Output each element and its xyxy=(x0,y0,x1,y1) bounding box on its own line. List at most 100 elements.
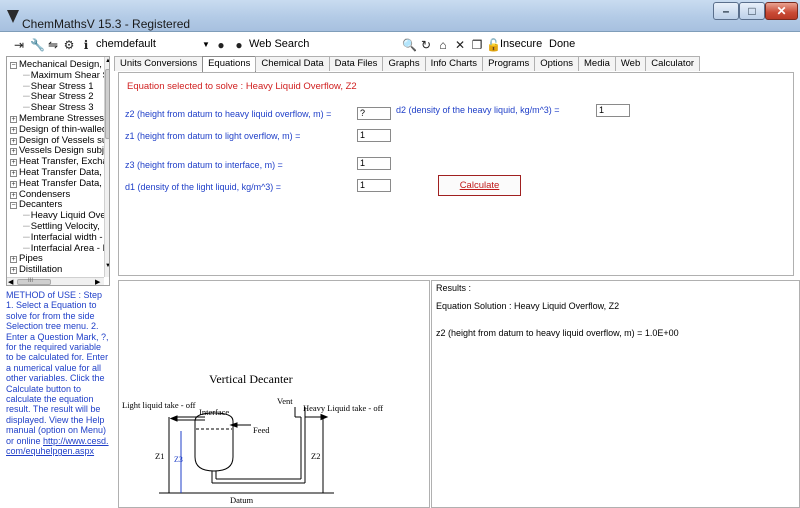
expand-icon[interactable]: + xyxy=(10,191,17,199)
tree-item[interactable]: + Vessels Design subj xyxy=(10,145,106,156)
exit-icon[interactable]: ⇥ xyxy=(12,38,26,52)
tree-item[interactable]: + Heat Transfer Data, xyxy=(10,167,106,178)
tab-web[interactable]: Web xyxy=(614,56,647,71)
plugin-icon[interactable]: ⇋ xyxy=(46,38,60,52)
home-icon[interactable]: ⌂ xyxy=(436,38,450,52)
tree-item[interactable]: ─Heavy Liquid Ove xyxy=(23,210,109,222)
web-search-label[interactable]: Web Search xyxy=(249,38,309,50)
tab-graphs[interactable]: Graphs xyxy=(382,56,426,71)
tree-item-label: Design of Vessels su xyxy=(19,134,106,146)
stop-icon[interactable]: ● xyxy=(214,38,228,52)
scroll-up-icon[interactable]: ▲ xyxy=(105,58,109,64)
expand-icon[interactable]: + xyxy=(10,126,17,134)
z1-diagram-label: Z1 xyxy=(155,451,164,461)
scroll-down-icon[interactable]: ▼ xyxy=(105,263,109,269)
d1-input[interactable]: 1 xyxy=(357,179,391,192)
tree-item-label: Interfacial Area - I xyxy=(30,242,106,254)
results-heading: Results : xyxy=(436,283,472,293)
tree-item[interactable]: + Condensers xyxy=(10,189,106,200)
expand-icon[interactable]: + xyxy=(10,137,17,145)
new-window-icon[interactable]: ❐ xyxy=(470,38,484,52)
minimize-button[interactable]: – xyxy=(713,2,739,20)
z1-input[interactable]: 1 xyxy=(357,129,391,142)
interface-label: Interface xyxy=(199,407,229,417)
decanter-diagram: Vertical Decanter Light liquid take - of… xyxy=(118,280,430,508)
tree-item-label: Condensers xyxy=(19,188,71,200)
tab-info-charts[interactable]: Info Charts xyxy=(424,56,484,71)
tree-item[interactable]: ─Interfacial width - I xyxy=(23,232,109,243)
collapse-icon[interactable]: − xyxy=(10,202,17,210)
refresh-icon[interactable]: ↻ xyxy=(419,38,433,52)
tab-options[interactable]: Options xyxy=(534,56,579,71)
expand-icon[interactable]: + xyxy=(10,256,17,264)
tree-item-label: Heavy Liquid Ove xyxy=(30,210,106,222)
expand-icon[interactable]: + xyxy=(10,180,17,188)
tab-data-files[interactable]: Data Files xyxy=(328,56,384,71)
window-title: ChemMathsV 15.3 - Registered xyxy=(22,17,191,31)
tree-item[interactable]: + Design of Vessels su xyxy=(10,135,106,146)
lock-icon: 🔓 xyxy=(486,38,501,52)
maximize-button[interactable]: □ xyxy=(739,2,765,20)
tree-vertical-scrollbar[interactable]: ▲ ▼ xyxy=(104,57,109,277)
tree-item[interactable]: ─Interfacial Area - I xyxy=(23,242,109,254)
settings-icon[interactable]: ⚙ xyxy=(62,38,76,52)
results-solution: Equation Solution : Heavy Liquid Overflo… xyxy=(436,301,620,311)
tab-programs[interactable]: Programs xyxy=(482,56,536,71)
tree-branch-line: ─ xyxy=(23,91,30,103)
tab-calculator[interactable]: Calculator xyxy=(645,56,701,71)
tab-equations[interactable]: Equations xyxy=(202,56,257,72)
tree-branch-line: ─ xyxy=(23,102,30,114)
tree-item[interactable]: − Mechanical Design, S xyxy=(10,59,106,70)
tree-scroll-thumb[interactable] xyxy=(105,69,109,139)
tree-item[interactable]: + Heat Transfer, Excha xyxy=(10,156,106,167)
expand-icon[interactable]: + xyxy=(10,116,17,123)
tree-item-label: Design of thin-walled xyxy=(19,123,106,135)
tab-media[interactable]: Media xyxy=(578,56,616,71)
expand-icon[interactable]: + xyxy=(10,267,17,275)
tree-item[interactable]: + Pipes xyxy=(10,253,106,264)
tree-item[interactable]: ─Shear Stress 2 xyxy=(23,91,109,103)
tree-item-label: Membrane Stresses xyxy=(19,113,105,124)
tree-branch-line: ─ xyxy=(23,221,30,232)
tree-item-label: Heat Transfer Data, L xyxy=(19,177,106,189)
scroll-right-icon[interactable]: ▶ xyxy=(95,278,100,285)
go-icon[interactable]: ● xyxy=(232,38,246,52)
z3-input[interactable]: 1 xyxy=(357,157,391,170)
scroll-left-icon[interactable]: ◀ xyxy=(8,278,13,285)
tree-branch-line: ─ xyxy=(23,242,30,254)
close-button[interactable]: ✕ xyxy=(765,2,798,20)
tree-item[interactable]: + Membrane Stresses xyxy=(10,113,106,124)
expand-icon[interactable]: + xyxy=(10,148,17,156)
tree-item-label: Heat Transfer, Excha xyxy=(19,156,106,168)
tree-item[interactable]: ─Maximum Shear S xyxy=(23,70,109,81)
equation-selection-tree[interactable]: − Mechanical Design, S ─Maximum Shear S ─Sh… xyxy=(6,56,110,286)
tree-hscroll-thumb[interactable]: III xyxy=(17,278,51,285)
search-icon[interactable]: 🔍 xyxy=(402,38,417,52)
tree-item[interactable]: + Design of thin-walled xyxy=(10,124,106,135)
close-x-icon[interactable]: ✕ xyxy=(453,38,467,52)
dropdown-arrow-icon[interactable]: ▼ xyxy=(202,40,210,49)
tree-item[interactable]: ─Settling Velocity, xyxy=(23,221,109,232)
expand-icon[interactable]: + xyxy=(10,159,17,167)
d2-input[interactable]: 1 xyxy=(596,104,630,117)
equation-title: Equation selected to solve : Heavy Liqui… xyxy=(127,81,357,92)
expand-icon[interactable]: + xyxy=(10,170,17,177)
tree-item-label: Distillation xyxy=(19,264,63,276)
calculate-button[interactable]: Calculate xyxy=(438,175,521,196)
tree-item[interactable]: − Decanters xyxy=(10,199,106,210)
tab-units-conversions[interactable]: Units Conversions xyxy=(114,56,204,71)
z3-label: z3 (height from datum to interface, m) = xyxy=(125,160,283,170)
z2-input[interactable]: ? xyxy=(357,107,391,120)
app-logo-icon xyxy=(7,10,19,23)
tree-horizontal-scrollbar[interactable]: ◀ III ▶ xyxy=(7,277,104,285)
tree-item[interactable]: + Heat Transfer Data, L xyxy=(10,178,106,189)
tree-item[interactable]: ─Shear Stress 3 xyxy=(23,102,109,114)
collapse-icon[interactable]: − xyxy=(10,62,17,69)
wrench-icon[interactable]: 🔧 xyxy=(30,38,45,52)
info-icon[interactable]: ℹ xyxy=(79,38,93,52)
tree-item[interactable]: + Distillation xyxy=(10,264,106,275)
tree-item[interactable]: ─Shear Stress 1 xyxy=(23,81,109,92)
tab-chemical-data[interactable]: Chemical Data xyxy=(255,56,330,71)
equation-panel: Equation selected to solve : Heavy Liqui… xyxy=(118,72,794,276)
profile-label[interactable]: chemdefault xyxy=(96,38,156,50)
